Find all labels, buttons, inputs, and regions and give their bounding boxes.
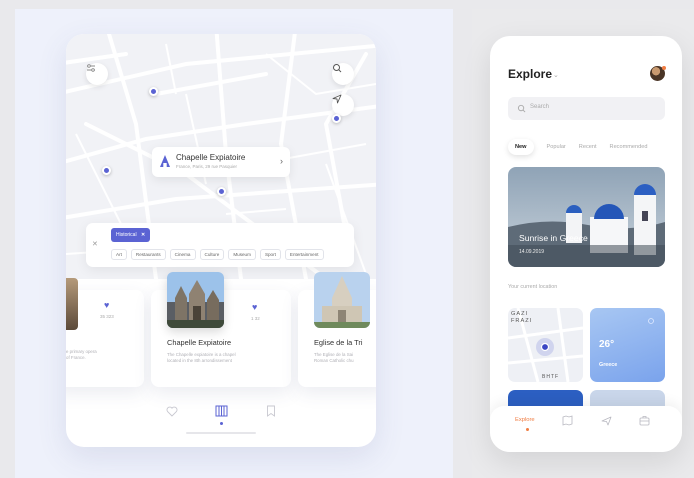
chapelle-image [167,272,224,328]
navigation-arrow-icon [332,94,342,104]
chip-cinema[interactable]: Cinema [169,249,196,260]
map-pin[interactable] [217,187,226,196]
phone-bottom-nav: Explore [490,406,682,452]
map-pin[interactable] [102,166,111,175]
remove-chip-icon[interactable]: ✕ [141,232,145,238]
active-filter-label: Historical [116,232,137,238]
map-label: GAZI [511,311,529,317]
active-tab-indicator [220,422,223,425]
active-nav-indicator [526,428,529,431]
chip-museum[interactable]: Museum [228,249,256,260]
briefcase-icon [639,415,649,425]
search-input[interactable]: Search [508,97,665,120]
temperature: 26° [599,339,615,350]
category-tabs: New Popular Recent Recommended [508,135,660,155]
place-description: e primary opera of France. [66,349,97,360]
current-location-map[interactable]: GAZI FRAZI BHTF [508,308,583,382]
notification-dot [662,66,666,70]
weather-location: Greece [599,362,618,368]
chevron-right-icon[interactable]: › [280,156,283,166]
home-indicator [186,432,256,434]
heart-icon[interactable]: ♥ [252,302,257,312]
bookmark-icon [267,405,275,417]
phone-explore-app: Explore ⌄ Search New Popular Recent Recomme… [490,36,682,452]
sun-icon [648,318,654,324]
chip-restaurants[interactable]: Restaurants [130,249,166,260]
map-pin[interactable] [332,114,341,123]
featured-title: Sunrise in Greece [519,233,588,243]
map-pin[interactable] [149,87,158,96]
map-search-button[interactable] [332,63,354,85]
weather-card[interactable]: 26° Greece [590,308,665,382]
poi-address: France, Paris, 29 rue Pasquier [176,164,238,169]
chevron-down-icon[interactable]: ⌄ [553,71,559,79]
place-description: The Eglise de la Sai Roman Catholic chu [314,352,354,363]
nav-bookings[interactable] [638,414,650,426]
chip-sport[interactable]: Sport [259,249,281,260]
tab-recommended[interactable]: Recommended [610,139,648,155]
poi-popup-card[interactable]: Chapelle Expiatoire France, Paris, 29 ru… [152,147,290,177]
close-icon[interactable]: ✕ [92,240,98,248]
nav-flights[interactable] [600,414,612,426]
tab-popular[interactable]: Popular [547,139,566,155]
tab-favorites[interactable] [165,404,179,418]
nav-map[interactable] [561,414,573,426]
like-count: 1 32 [251,316,260,321]
place-description: The Chapelle expiatoire is a chapel loca… [167,352,236,363]
heart-icon[interactable]: ♥ [104,300,109,310]
heart-outline-icon [166,406,178,417]
map-icon [562,414,572,426]
map-label: BHTF [542,374,560,380]
tab-recent[interactable]: Recent [579,139,597,155]
filter-icon [87,64,95,72]
chip-art[interactable]: Art [111,249,127,260]
opera-photo [66,278,78,330]
chip-culture[interactable]: Culture [199,249,225,260]
church-icon [160,155,170,167]
category-chip-row: Art Restaurants Cinema Culture Museum Sp… [111,249,324,260]
chapelle-photo [167,272,224,328]
like-count: 35 323 [100,314,114,319]
eglise-image [314,272,370,328]
plane-icon [601,416,611,425]
featured-date: 14.09.2019 [519,249,545,255]
active-filter-chip[interactable]: Historical ✕ [111,228,151,242]
search-icon [517,104,526,113]
filter-button[interactable] [86,63,108,85]
eglise-photo [314,272,370,328]
tab-map[interactable] [214,404,228,418]
page-title: Explore [508,67,553,81]
search-placeholder: Search [530,104,550,110]
place-title: Eglise de la Tri [314,338,363,347]
search-icon [333,64,342,73]
place-cards-carousel[interactable]: ♥ 35 323 e primary opera of France. ♥ 1 … [66,272,376,387]
tab-saved[interactable] [264,404,278,418]
featured-destination-card[interactable]: Sunrise in Greece 14.09.2019 [508,167,665,267]
screenshot-stage: Chapelle Expiatoire France, Paris, 29 ru… [0,0,694,478]
chip-entertainment[interactable]: Entertainment [284,249,324,260]
poi-title: Chapelle Expiatoire [176,153,246,162]
current-location-label: Your current location [508,284,558,290]
tablet-map-app: Chapelle Expiatoire France, Paris, 29 ru… [66,34,376,447]
building-columns-icon [215,405,227,417]
locate-me-button[interactable] [332,94,354,116]
tab-new[interactable]: New [508,139,534,155]
map-label: FRAZI [511,318,533,324]
place-title: Chapelle Expiatoire [167,338,232,347]
street-map[interactable]: Chapelle Expiatoire France, Paris, 29 ru… [66,34,376,279]
tablet-tab-bar [66,394,376,434]
category-filter-panel: ✕ Historical ✕ Art Restaurants Cinema Cu… [86,223,354,267]
nav-explore[interactable]: Explore [515,417,535,423]
